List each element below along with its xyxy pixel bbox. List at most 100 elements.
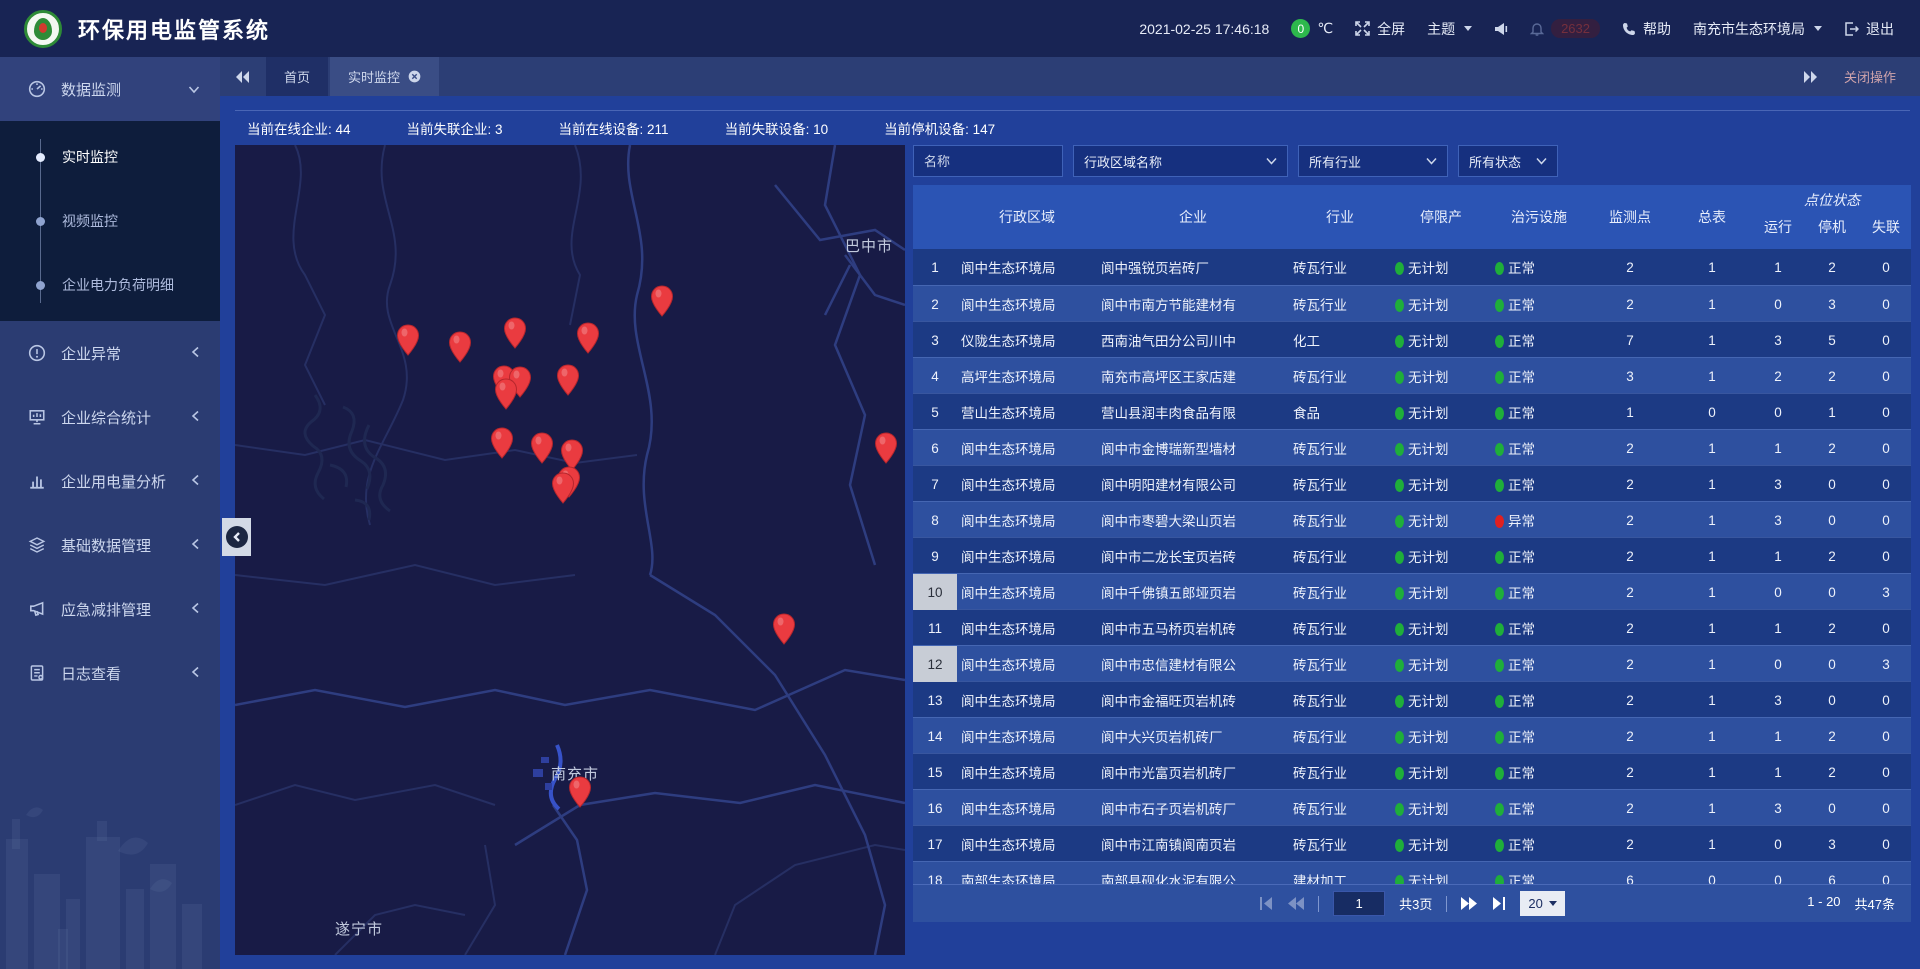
- sidebar-item-3[interactable]: 企业用电量分析: [0, 449, 220, 513]
- table-row-12[interactable]: 12阆中生态环境局阆中市忠信建材有限公砖瓦行业无计划正常21003: [913, 645, 1911, 681]
- cell-company: 南部县砚化水泥有限公: [1097, 870, 1289, 884]
- cell-running: 1: [1751, 260, 1805, 275]
- temperature-badge: 0: [1291, 19, 1310, 38]
- org-dropdown[interactable]: 南充市生态环境局: [1693, 19, 1822, 39]
- region-filter-select[interactable]: 行政区域名称: [1073, 145, 1288, 177]
- cell-stopped: 1: [1805, 405, 1859, 420]
- map-pin-2[interactable]: [503, 317, 527, 349]
- status-dot-icon: [1495, 659, 1504, 672]
- table-row-3[interactable]: 3仪陇生态环境局西南油气田分公司川中化工无计划正常71350: [913, 321, 1911, 357]
- table-row-17[interactable]: 17阆中生态环境局阆中市江南镇阆南页岩砖瓦行业无计划正常21030: [913, 825, 1911, 861]
- first-page-button[interactable]: [1259, 897, 1274, 910]
- table-row-14[interactable]: 14阆中生态环境局阆中大兴页岩机砖厂砖瓦行业无计划正常21120: [913, 717, 1911, 753]
- status-dot-icon: [1495, 839, 1504, 852]
- cell-total-meters: 1: [1673, 729, 1751, 744]
- theme-dropdown[interactable]: 主题: [1427, 19, 1472, 39]
- table-row-15[interactable]: 15阆中生态环境局阆中市光富页岩机砖厂砖瓦行业无计划正常21120: [913, 753, 1911, 789]
- cell-total-meters: 1: [1673, 441, 1751, 456]
- row-index: 2: [913, 286, 957, 322]
- table-row-11[interactable]: 11阆中生态环境局阆中市五马桥页岩机砖砖瓦行业无计划正常21120: [913, 609, 1911, 645]
- double-chevron-right-icon[interactable]: [1804, 71, 1818, 83]
- table-row-5[interactable]: 5营山生态环境局营山县润丰肉食品有限食品无计划正常10010: [913, 393, 1911, 429]
- table-row-10[interactable]: 10阆中生态环境局阆中千佛镇五郎垭页岩砖瓦行业无计划正常21003: [913, 573, 1911, 609]
- tab-close-icon[interactable]: [408, 70, 421, 83]
- cell-facility-status: 正常: [1491, 582, 1587, 602]
- status-dot-icon: [1395, 299, 1404, 312]
- map-pin-13[interactable]: [551, 472, 575, 504]
- industry-filter-select[interactable]: 所有行业: [1298, 145, 1448, 177]
- cell-total-meters: 1: [1673, 657, 1751, 672]
- prev-page-button[interactable]: [1288, 897, 1304, 910]
- cell-running: 1: [1751, 729, 1805, 744]
- map-pin-0[interactable]: [396, 324, 420, 356]
- cell-industry: 砖瓦行业: [1289, 834, 1391, 854]
- table-row-8[interactable]: 8阆中生态环境局阆中市枣碧大梁山页岩砖瓦行业无计划异常21300: [913, 501, 1911, 537]
- cell-monitor-points: 2: [1587, 297, 1673, 312]
- table-row-6[interactable]: 6阆中生态环境局阆中市金博瑞新型墙材砖瓦行业无计划正常21120: [913, 429, 1911, 465]
- table-row-18[interactable]: 18南部生态环境局南部县砚化水泥有限公建材加工无计划正常60060: [913, 861, 1911, 884]
- facility-status-label: 正常: [1508, 370, 1535, 385]
- fullscreen-button[interactable]: 全屏: [1355, 19, 1405, 39]
- status-dot-icon: [1395, 443, 1404, 456]
- sidebar-subitem-0-2[interactable]: 企业电力负荷明细: [0, 253, 220, 317]
- page-size-select[interactable]: 20: [1520, 891, 1564, 916]
- sidebar-subitem-0-1[interactable]: 视频监控: [0, 189, 220, 253]
- table-row-4[interactable]: 4高坪生态环境局南充市高坪区王家店建砖瓦行业无计划正常31220: [913, 357, 1911, 393]
- last-page-button[interactable]: [1491, 897, 1506, 910]
- last-page-icon: [1491, 897, 1506, 910]
- limit-status-label: 无计划: [1408, 694, 1449, 709]
- mute-speaker-button[interactable]: [1494, 22, 1508, 36]
- cell-region: 阆中生态环境局: [957, 654, 1097, 674]
- cell-total-meters: 1: [1673, 549, 1751, 564]
- map-pin-10[interactable]: [530, 432, 554, 464]
- table-row-9[interactable]: 9阆中生态环境局阆中市二龙长宝页岩砖砖瓦行业无计划正常21120: [913, 537, 1911, 573]
- cell-running: 2: [1751, 369, 1805, 384]
- facility-status-label: 正常: [1508, 658, 1535, 673]
- bell-icon: [1530, 21, 1544, 36]
- chevron-down-icon: [1549, 901, 1557, 906]
- limit-status-label: 无计划: [1408, 478, 1449, 493]
- table-row-2[interactable]: 2阆中生态环境局阆中市南方节能建材有砖瓦行业无计划正常21030: [913, 285, 1911, 321]
- tabs-scroll-left-button[interactable]: [220, 57, 266, 96]
- map-pin-8[interactable]: [494, 378, 518, 410]
- map-pin-9[interactable]: [490, 427, 514, 459]
- table-row-1[interactable]: 1阆中生态环境局阆中强锐页岩砖厂砖瓦行业无计划正常21120: [913, 249, 1911, 285]
- sidebar-item-1[interactable]: 企业异常: [0, 321, 220, 385]
- next-page-button[interactable]: [1461, 897, 1477, 910]
- map-pin-15[interactable]: [772, 613, 796, 645]
- map-pin-3[interactable]: [576, 322, 600, 354]
- name-filter-input[interactable]: [913, 145, 1063, 177]
- table-row-7[interactable]: 7阆中生态环境局阆中明阳建材有限公司砖瓦行业无计划正常21300: [913, 465, 1911, 501]
- alert-circle-icon: [28, 344, 48, 362]
- sidebar-subitem-0-0[interactable]: 实时监控: [0, 125, 220, 189]
- cell-total-meters: 1: [1673, 837, 1751, 852]
- map-canvas[interactable]: [235, 145, 905, 955]
- table-row-16[interactable]: 16阆中生态环境局阆中市石子页岩机砖厂砖瓦行业无计划正常21300: [913, 789, 1911, 825]
- status-filter-select[interactable]: 所有状态: [1458, 145, 1558, 177]
- map-pin-7[interactable]: [556, 364, 580, 396]
- map-pin-1[interactable]: [448, 331, 472, 363]
- sidebar-item-6[interactable]: 日志查看: [0, 641, 220, 705]
- page-number-input[interactable]: [1333, 891, 1385, 916]
- cell-stopped: 0: [1805, 513, 1859, 528]
- tab-0[interactable]: 首页: [266, 57, 328, 96]
- tab-1[interactable]: 实时监控: [330, 57, 439, 96]
- help-button[interactable]: 帮助: [1622, 19, 1671, 39]
- map-pin-14[interactable]: [874, 432, 898, 464]
- notification-badge[interactable]: 2632: [1530, 19, 1600, 38]
- sidebar-item-2[interactable]: 企业综合统计: [0, 385, 220, 449]
- sidebar-item-4[interactable]: 基础数据管理: [0, 513, 220, 577]
- cell-company: 阆中市五马桥页岩机砖: [1097, 618, 1289, 638]
- sidebar-item-5[interactable]: 应急减排管理: [0, 577, 220, 641]
- col-limit: 停限产: [1391, 185, 1491, 249]
- map-pin-16[interactable]: [568, 776, 592, 808]
- table-row-13[interactable]: 13阆中生态环境局阆中市金福旺页岩机砖砖瓦行业无计划正常21300: [913, 681, 1911, 717]
- logout-button[interactable]: 退出: [1844, 19, 1894, 39]
- map-pin-4[interactable]: [650, 285, 674, 317]
- sidebar-item-0[interactable]: 数据监测: [0, 57, 220, 121]
- close-operations-button[interactable]: 关闭操作: [1844, 67, 1896, 86]
- sidebar-item-label: 企业用电量分析: [61, 471, 191, 492]
- map-collapse-button[interactable]: [222, 518, 251, 556]
- sidebar-item-label: 企业异常: [61, 343, 191, 364]
- cell-region: 阆中生态环境局: [957, 257, 1097, 277]
